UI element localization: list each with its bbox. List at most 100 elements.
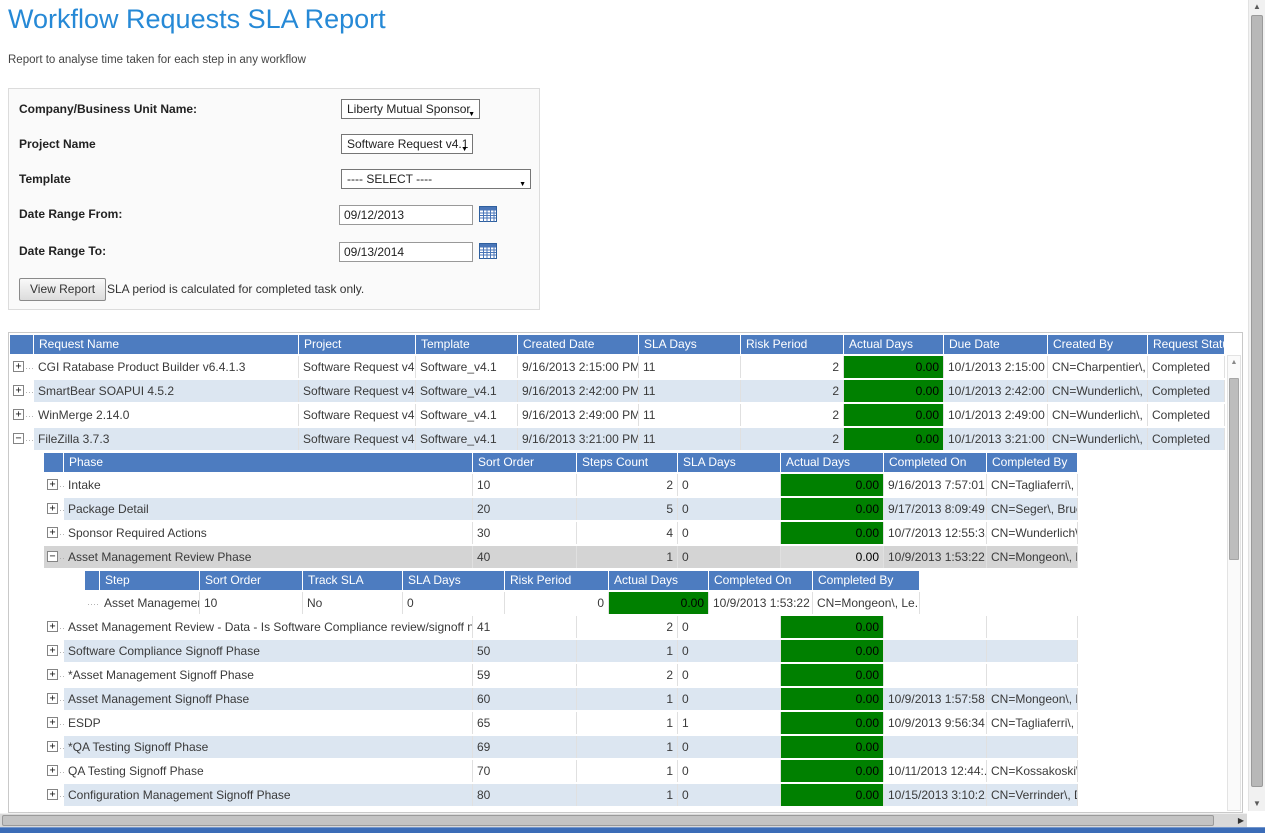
expand-cell[interactable]: + — [44, 688, 64, 710]
company-select[interactable]: Liberty Mutual Sponsor ▼ — [341, 99, 480, 119]
column-header-sla-days[interactable]: SLA Days — [678, 453, 781, 472]
expand-cell[interactable]: + — [44, 736, 64, 758]
expand-toggle-icon[interactable]: + — [47, 479, 58, 490]
scroll-right-arrow-icon[interactable]: ▶ — [1238, 814, 1244, 828]
date-to-calendar-button[interactable] — [479, 243, 497, 260]
risk-period-cell: 2 — [741, 356, 844, 378]
phase-row[interactable]: + ESDP 65 1 1 0.00 10/9/2013 9:56:34 ...… — [44, 712, 1242, 734]
expand-toggle-icon[interactable]: + — [47, 789, 58, 800]
expand-toggle-icon[interactable]: + — [47, 503, 58, 514]
request-row[interactable]: − FileZilla 3.7.3 Software Request v4.1 … — [10, 428, 1242, 450]
expand-cell[interactable]: + — [44, 498, 64, 520]
request-row[interactable]: + SmartBear SOAPUI 4.5.2 Software Reques… — [10, 380, 1242, 402]
column-header-request-name[interactable]: Request Name — [34, 335, 299, 354]
view-report-button[interactable]: View Report — [19, 278, 106, 301]
phase-row[interactable]: + Software Compliance Signoff Phase 50 1… — [44, 640, 1242, 662]
completed-on-cell: 10/9/2013 1:53:22 ... — [884, 546, 987, 568]
expand-toggle-icon[interactable]: + — [13, 409, 24, 420]
expand-toggle-icon[interactable]: − — [13, 433, 24, 444]
scroll-up-arrow-icon[interactable]: ▲ — [1228, 356, 1240, 370]
column-header-request-status[interactable]: Request Status — [1148, 335, 1225, 354]
phase-name-cell: Asset Management Review - Data - Is Soft… — [64, 616, 473, 638]
expand-cell[interactable]: + — [44, 784, 64, 806]
expand-toggle-icon[interactable]: + — [13, 361, 24, 372]
expand-cell[interactable]: − — [10, 428, 34, 450]
expand-cell[interactable]: + — [44, 760, 64, 782]
expand-cell[interactable]: + — [10, 380, 34, 402]
steps-count-cell: 1 — [577, 712, 678, 734]
phase-row[interactable]: + Sponsor Required Actions 30 4 0 0.00 1… — [44, 522, 1242, 544]
report-table-container: Request Name Project Template Created Da… — [8, 332, 1243, 813]
completed-on-cell: 10/9/2013 1:53:22 ... — [709, 592, 813, 614]
expand-toggle-icon[interactable]: + — [47, 645, 58, 656]
column-header-project[interactable]: Project — [299, 335, 416, 354]
expand-cell[interactable]: + — [10, 356, 34, 378]
project-select[interactable]: Software Request v4.1 ▼ — [341, 134, 473, 154]
date-from-calendar-button[interactable] — [479, 206, 497, 223]
column-header-phase[interactable]: Phase — [64, 453, 473, 472]
phase-row[interactable]: + QA Testing Signoff Phase 70 1 0 0.00 1… — [44, 760, 1242, 782]
phase-row[interactable]: + *QA Testing Signoff Phase 69 1 0 0.00 — [44, 736, 1242, 758]
expand-toggle-icon[interactable]: − — [47, 551, 58, 562]
template-select[interactable]: ---- SELECT ---- ▼ — [341, 169, 531, 189]
expand-cell[interactable]: + — [10, 404, 34, 426]
request-row[interactable]: + WinMerge 2.14.0 Software Request v4.1 … — [10, 404, 1242, 426]
phase-row[interactable]: + Configuration Management Signoff Phase… — [44, 784, 1242, 806]
expand-toggle-icon[interactable]: + — [47, 741, 58, 752]
expand-toggle-icon[interactable]: + — [13, 385, 24, 396]
expand-cell[interactable]: + — [44, 712, 64, 734]
column-header-actual-days[interactable]: Actual Days — [781, 453, 884, 472]
column-header-created-date[interactable]: Created Date — [518, 335, 639, 354]
step-row[interactable]: Asset Managemen... 10 No 0 0 0.00 10/9/2… — [85, 592, 1242, 614]
table-scrollbar-thumb[interactable] — [1229, 378, 1239, 560]
phase-row[interactable]: − Asset Management Review Phase 40 1 0 0… — [44, 546, 1242, 568]
table-vertical-scrollbar[interactable]: ▲ — [1227, 355, 1241, 811]
column-header-completed-on[interactable]: Completed On — [709, 571, 813, 590]
phase-row[interactable]: + Asset Management Signoff Phase 60 1 0 … — [44, 688, 1242, 710]
column-header-completed-by[interactable]: Completed By — [813, 571, 920, 590]
page-horizontal-scrollbar[interactable]: ▶ — [0, 813, 1247, 827]
phase-row[interactable]: + Intake 10 2 0 0.00 9/16/2013 7:57:01 .… — [44, 474, 1242, 496]
expand-cell[interactable]: + — [44, 522, 64, 544]
column-header-completed-by[interactable]: Completed By — [987, 453, 1078, 472]
column-header-actual-days[interactable]: Actual Days — [844, 335, 944, 354]
date-from-input[interactable] — [339, 205, 473, 225]
column-header-track-sla[interactable]: Track SLA — [303, 571, 403, 590]
scroll-down-arrow-icon[interactable]: ▼ — [1249, 797, 1265, 811]
column-header-completed-on[interactable]: Completed On — [884, 453, 987, 472]
page-vertical-scrollbar[interactable]: ▲ ▼ — [1248, 0, 1265, 811]
phase-row[interactable]: + Asset Management Review - Data - Is So… — [44, 616, 1242, 638]
expand-toggle-icon[interactable]: + — [47, 669, 58, 680]
expand-toggle-icon[interactable]: + — [47, 621, 58, 632]
expand-cell[interactable]: + — [44, 474, 64, 496]
column-header-actual-days[interactable]: Actual Days — [609, 571, 709, 590]
expand-cell[interactable]: + — [44, 640, 64, 662]
date-to-input[interactable] — [339, 242, 473, 262]
column-header-risk-period[interactable]: Risk Period — [741, 335, 844, 354]
column-header-sla-days[interactable]: SLA Days — [639, 335, 741, 354]
horizontal-scrollbar-thumb[interactable] — [2, 815, 1214, 826]
expand-toggle-icon[interactable]: + — [47, 717, 58, 728]
phase-row[interactable]: + *Asset Management Signoff Phase 59 2 0… — [44, 664, 1242, 686]
sla-days-cell: 11 — [639, 380, 741, 402]
phase-row[interactable]: + Package Detail 20 5 0 0.00 9/17/2013 8… — [44, 498, 1242, 520]
column-header-risk-period[interactable]: Risk Period — [505, 571, 609, 590]
column-header-sort-order[interactable]: Sort Order — [200, 571, 303, 590]
expand-cell[interactable]: + — [44, 616, 64, 638]
expand-toggle-icon[interactable]: + — [47, 765, 58, 776]
request-row[interactable]: + CGI Ratabase Product Builder v6.4.1.3 … — [10, 356, 1242, 378]
scroll-up-arrow-icon[interactable]: ▲ — [1249, 0, 1265, 14]
column-header-created-by[interactable]: Created By — [1048, 335, 1148, 354]
page-scrollbar-thumb[interactable] — [1251, 15, 1263, 787]
step-table-header: Step Sort Order Track SLA SLA Days Risk … — [85, 571, 1242, 590]
column-header-steps-count[interactable]: Steps Count — [577, 453, 678, 472]
expand-cell[interactable]: + — [44, 664, 64, 686]
column-header-sort-order[interactable]: Sort Order — [473, 453, 577, 472]
column-header-template[interactable]: Template — [416, 335, 518, 354]
column-header-step[interactable]: Step — [100, 571, 200, 590]
expand-toggle-icon[interactable]: + — [47, 693, 58, 704]
column-header-sla-days[interactable]: SLA Days — [403, 571, 505, 590]
expand-toggle-icon[interactable]: + — [47, 527, 58, 538]
expand-cell[interactable]: − — [44, 546, 64, 568]
column-header-due-date[interactable]: Due Date — [944, 335, 1048, 354]
